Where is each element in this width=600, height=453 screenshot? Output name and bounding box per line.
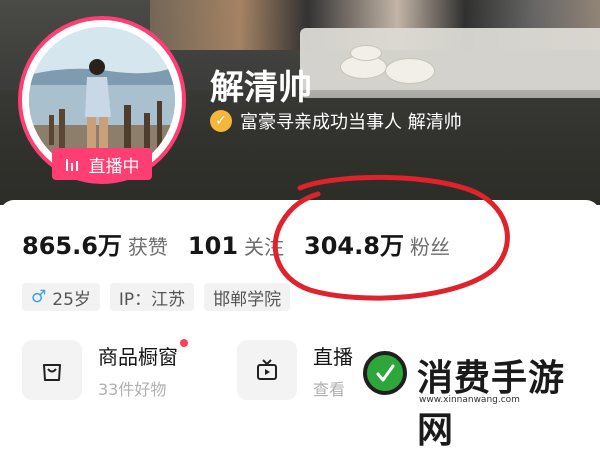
site-watermark: 消费手游网 www.xinnanwang.com — [357, 347, 600, 451]
stat-value: 101 — [187, 232, 239, 260]
stat-value: 304.8万 — [304, 232, 404, 260]
verification-text: 富豪寻亲成功当事人 解清帅 — [240, 112, 462, 133]
stat-label: 粉丝 — [409, 235, 450, 259]
tv-icon — [237, 340, 297, 400]
stat-following[interactable]: 101 关注 — [188, 231, 284, 260]
stat-followers[interactable]: 304.8万 粉丝 — [304, 226, 450, 261]
stat-value: 865.6万 — [22, 232, 122, 260]
stat-label: 获赞 — [127, 235, 168, 259]
notification-dot — [180, 338, 188, 347]
verification-row: ✓ 富豪寻亲成功当事人 解清帅 — [210, 108, 462, 134]
verified-check-icon: ✓ — [210, 110, 232, 132]
shop-title: 商品橱窗 — [98, 344, 178, 369]
school-tag[interactable]: 邯郸学院 — [204, 283, 291, 311]
live-status-label: 直播中 — [88, 156, 140, 177]
background-plate — [350, 45, 382, 61]
shopping-bag-icon — [22, 340, 82, 400]
live-entry-text: 直播 查看 — [313, 341, 353, 400]
ip-location-tag: IP：江苏 — [109, 283, 195, 311]
shop-subtitle: 33件好物 — [98, 379, 167, 399]
profile-stats: 865.6万 获赞 101 关注 304.8万 粉丝 — [22, 226, 470, 261]
gender-age-tag: ♂ 25岁 — [22, 283, 100, 311]
live-status-badge[interactable]: 直播中 — [52, 148, 152, 180]
background-plate — [385, 58, 435, 84]
shop-text: 商品橱窗 33件好物 — [98, 338, 188, 400]
age-label: 25岁 — [52, 289, 91, 310]
shop-window-entry[interactable]: 商品橱窗 33件好物 — [22, 338, 212, 400]
live-bars-icon — [65, 159, 78, 171]
ip-label: IP：江苏 — [118, 289, 186, 310]
live-entry-title: 直播 — [313, 344, 353, 369]
stat-likes[interactable]: 865.6万 获赞 — [22, 226, 168, 261]
male-icon: ♂ — [31, 287, 47, 307]
school-label: 邯郸学院 — [213, 289, 282, 310]
watermark-url: www.xinnanwang.com — [419, 395, 520, 405]
live-entry-subtitle: 查看 — [313, 379, 346, 399]
watermark-logo-icon — [363, 351, 407, 395]
stat-label: 关注 — [244, 235, 285, 259]
shop-title-wrap: 商品橱窗 — [98, 338, 188, 370]
profile-tags: ♂ 25岁 IP：江苏 邯郸学院 — [22, 283, 291, 311]
profile-name: 解清帅 — [210, 68, 312, 108]
